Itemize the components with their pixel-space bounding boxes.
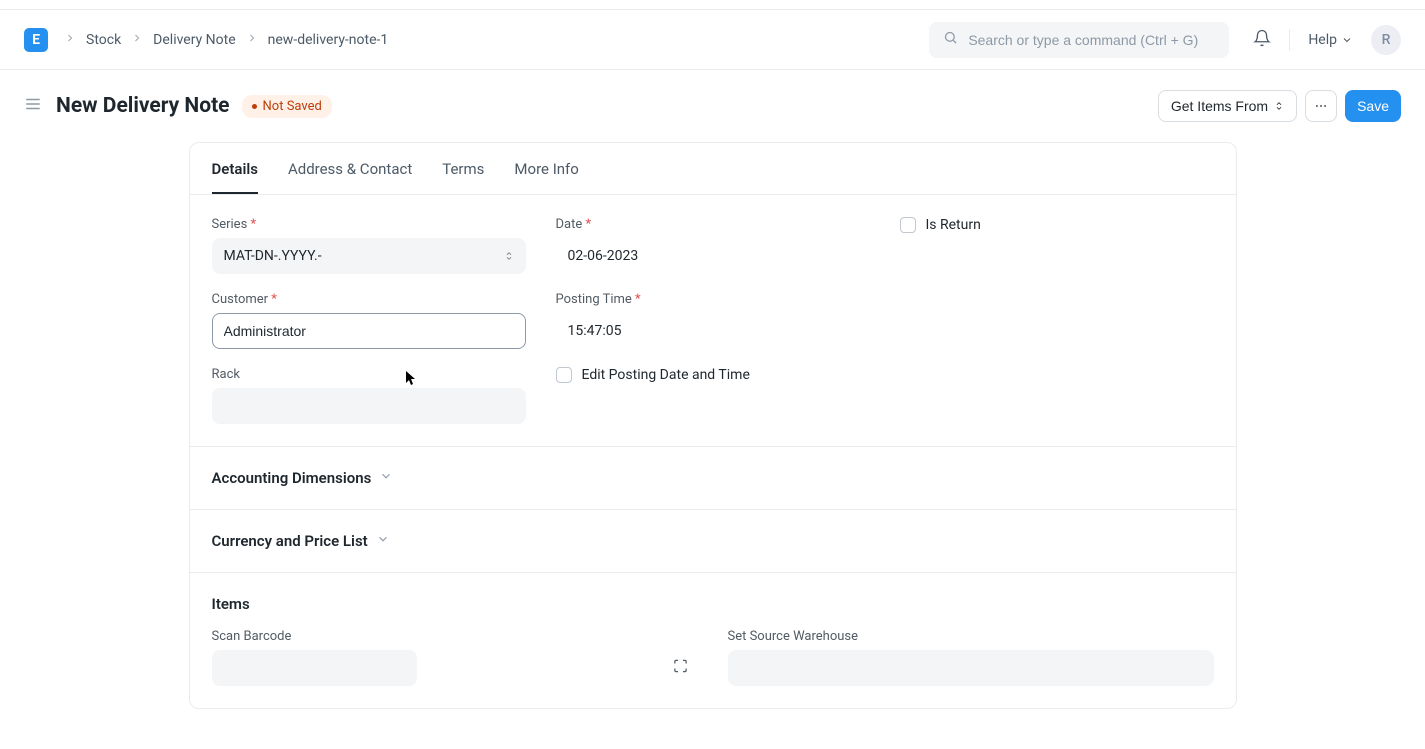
posting-time-field: Posting Time 15:47:05 [556, 292, 870, 349]
breadcrumb-item-stock[interactable]: Stock [86, 32, 121, 48]
tab-terms[interactable]: Terms [442, 143, 484, 194]
help-dropdown[interactable]: Help [1308, 32, 1353, 48]
accounting-dimensions-label: Accounting Dimensions [212, 469, 372, 487]
is-return-checkbox[interactable]: Is Return [900, 217, 1214, 233]
currency-price-list-label: Currency and Price List [212, 532, 368, 550]
set-source-warehouse-field: Set Source Warehouse [728, 629, 1214, 686]
chevron-right-icon [246, 32, 258, 48]
select-arrows-icon [504, 250, 514, 262]
is-return-label: Is Return [926, 217, 981, 233]
customer-field: Customer [212, 292, 526, 349]
expand-icon[interactable] [673, 659, 688, 678]
edit-posting-checkbox[interactable]: Edit Posting Date and Time [556, 367, 870, 383]
app-logo[interactable]: E [24, 28, 48, 52]
chevron-down-icon [379, 469, 393, 487]
search-icon [943, 30, 958, 49]
chevron-right-icon [131, 32, 143, 48]
rack-field: Rack [212, 367, 526, 424]
navbar: E Stock Delivery Note new-delivery-note-… [0, 10, 1425, 70]
save-button[interactable]: Save [1345, 90, 1401, 122]
customer-input[interactable] [212, 313, 526, 349]
checkbox-icon [556, 367, 572, 383]
divider [1289, 29, 1290, 51]
posting-time-label: Posting Time [556, 292, 870, 307]
date-label: Date [556, 217, 870, 232]
customer-label: Customer [212, 292, 526, 307]
form-container: Details Address & Contact Terms More Inf… [189, 142, 1237, 709]
items-section-title: Items [212, 595, 1214, 613]
scan-barcode-field: Scan Barcode [212, 629, 698, 686]
avatar[interactable]: R [1371, 25, 1401, 55]
tab-more-info[interactable]: More Info [514, 143, 578, 194]
rack-input[interactable] [212, 388, 526, 424]
edit-posting-label: Edit Posting Date and Time [582, 367, 750, 383]
series-select[interactable]: MAT-DN-.YYYY.- [212, 238, 526, 274]
date-input[interactable]: 02-06-2023 [556, 238, 870, 274]
status-dot [252, 104, 257, 109]
series-field: Series MAT-DN-.YYYY.- [212, 217, 526, 274]
select-arrows-icon [1274, 100, 1284, 112]
help-label: Help [1308, 32, 1337, 48]
set-source-warehouse-input[interactable] [728, 650, 1214, 686]
series-label: Series [212, 217, 526, 232]
tabs: Details Address & Contact Terms More Inf… [190, 143, 1236, 195]
menu-icon[interactable] [24, 95, 42, 117]
checkbox-icon [900, 217, 916, 233]
get-items-from-label: Get Items From [1171, 98, 1268, 114]
chevron-right-icon [64, 32, 76, 48]
tab-address-contact[interactable]: Address & Contact [288, 143, 412, 194]
chevron-down-icon [376, 532, 390, 550]
posting-time-input[interactable]: 15:47:05 [556, 313, 870, 349]
page-title: New Delivery Note [56, 94, 230, 118]
breadcrumb-item-delivery-note[interactable]: Delivery Note [153, 32, 235, 48]
get-items-from-button[interactable]: Get Items From [1158, 90, 1297, 122]
date-field: Date 02-06-2023 [556, 217, 870, 274]
more-actions-button[interactable] [1305, 90, 1337, 122]
currency-price-list-section[interactable]: Currency and Price List [212, 532, 1214, 550]
breadcrumb-item-current: new-delivery-note-1 [268, 32, 389, 48]
scan-barcode-input[interactable] [212, 650, 417, 686]
tab-details[interactable]: Details [212, 143, 258, 194]
rack-label: Rack [212, 367, 526, 382]
accounting-dimensions-section[interactable]: Accounting Dimensions [212, 469, 1214, 487]
set-source-warehouse-label: Set Source Warehouse [728, 629, 1214, 644]
series-value: MAT-DN-.YYYY.- [224, 248, 322, 264]
bell-icon[interactable] [1253, 29, 1271, 51]
search-box[interactable] [929, 22, 1229, 58]
status-label: Not Saved [263, 99, 322, 114]
search-input[interactable] [968, 32, 1215, 48]
scan-barcode-label: Scan Barcode [212, 629, 698, 644]
status-badge: Not Saved [242, 95, 332, 118]
breadcrumb: Stock Delivery Note new-delivery-note-1 [64, 32, 388, 48]
dots-icon [1314, 99, 1328, 113]
chevron-down-icon [1341, 34, 1353, 46]
